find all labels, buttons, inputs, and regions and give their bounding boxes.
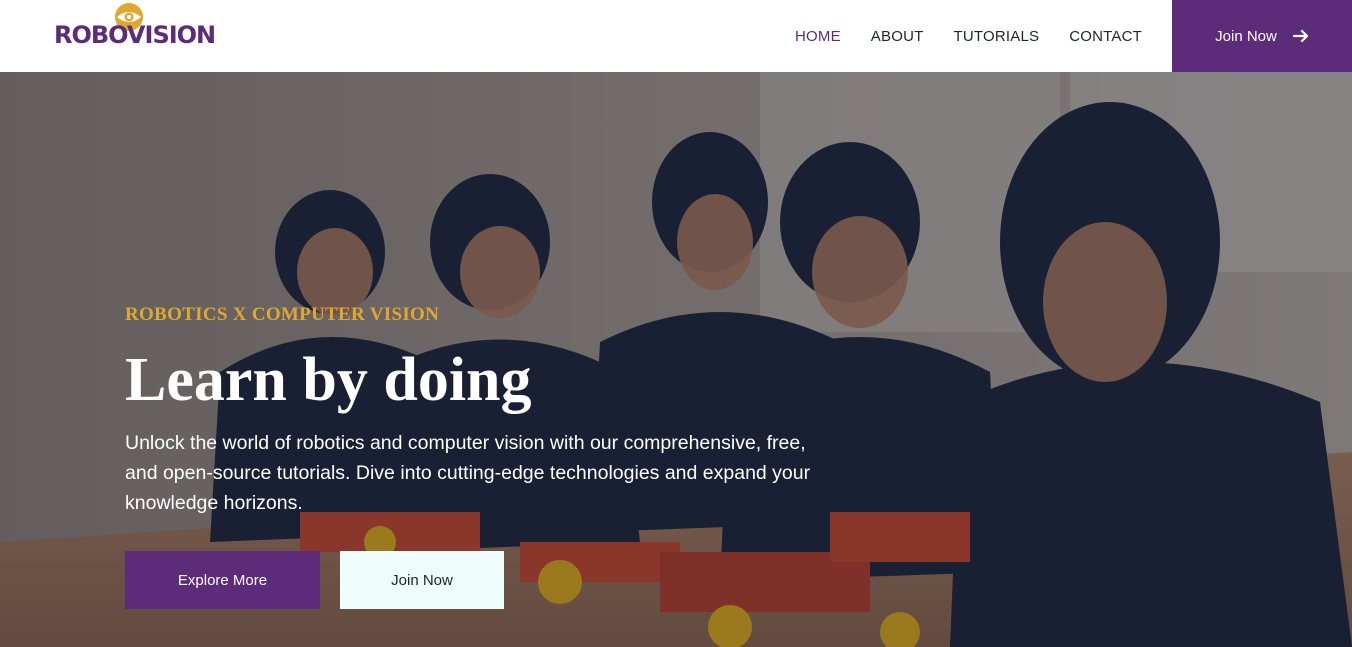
explore-more-button[interactable]: Explore More [125, 551, 320, 609]
join-now-nav-label: Join Now [1215, 27, 1277, 45]
join-now-nav-button[interactable]: Join Now [1172, 0, 1352, 72]
nav-item-home[interactable]: HOME [795, 28, 841, 45]
nav-item-tutorials[interactable]: TUTORIALS [953, 28, 1039, 45]
hero-eyebrow: ROBOTICS X COMPUTER VISION [125, 304, 440, 325]
logo-text: ROBOVISION [54, 21, 216, 49]
hero-description: Unlock the world of robotics and compute… [125, 432, 811, 514]
navbar: ROBOVISION HOME ABOUT TUTORIALS CONTACT … [0, 0, 1352, 72]
hero-title: Learn by doing [125, 346, 532, 414]
nav-item-about[interactable]: ABOUT [871, 28, 924, 45]
main-nav: HOME ABOUT TUTORIALS CONTACT [795, 0, 1142, 72]
arrow-right-icon [1292, 29, 1308, 43]
join-now-hero-button[interactable]: Join Now [340, 551, 504, 609]
hero-content: ROBOTICS X COMPUTER VISION Learn by doin… [125, 72, 845, 647]
logo[interactable]: ROBOVISION [54, 2, 216, 48]
nav-item-contact[interactable]: CONTACT [1069, 28, 1142, 45]
hero-section: ROBOTICS X COMPUTER VISION Learn by doin… [0, 72, 1352, 647]
